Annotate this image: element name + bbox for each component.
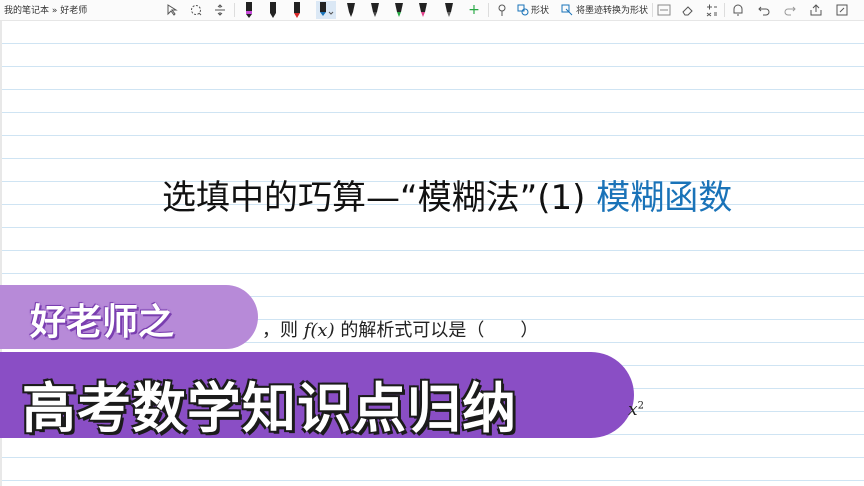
- question-suffix: 的解析式可以是（ ）: [340, 320, 539, 341]
- eraser-icon[interactable]: [680, 1, 696, 19]
- add-pen-icon[interactable]: +: [466, 1, 482, 19]
- toolbar: 我的笔记本 » 好老师 + 形状 将墨迹转换为形状: [0, 0, 864, 21]
- title-highlight: 模糊函数: [596, 178, 733, 218]
- pen-highlighter-black-icon[interactable]: [344, 1, 358, 19]
- ink-to-text-icon[interactable]: [656, 1, 672, 19]
- math-icon[interactable]: [704, 1, 720, 19]
- pen-selected-icon[interactable]: [316, 1, 336, 19]
- page-title: 选填中的巧算—“模糊法”(1) 模糊函数: [162, 170, 732, 219]
- ruler-touch-icon[interactable]: [494, 1, 510, 19]
- share-icon[interactable]: [808, 1, 824, 19]
- fragment-exponent: 2: [637, 400, 644, 412]
- pen-black-icon[interactable]: [266, 1, 280, 19]
- banner-small: 好老师之: [0, 285, 258, 349]
- breadcrumb-page[interactable]: 好老师: [60, 6, 87, 16]
- pen-pink-icon[interactable]: [416, 1, 430, 19]
- pen-gray-icon[interactable]: [442, 1, 456, 19]
- pen-purple-icon[interactable]: [242, 1, 256, 19]
- lasso-select-icon[interactable]: [188, 1, 204, 19]
- question-text: ，则 f(x) 的解析式可以是（ ）: [262, 316, 538, 342]
- title-main: 选填中的巧算—“模糊法”(1): [162, 178, 586, 218]
- breadcrumb: 我的笔记本 » 好老师: [4, 3, 87, 16]
- undo-icon[interactable]: [756, 1, 772, 19]
- banner-large: 高考数学知识点归纳: [0, 352, 634, 440]
- more-icon[interactable]: [834, 1, 850, 19]
- banner-large-text: 高考数学知识点归纳: [22, 377, 517, 440]
- breadcrumb-notebook[interactable]: 我的笔记本: [4, 6, 49, 16]
- bell-icon[interactable]: [730, 1, 746, 19]
- question-prefix: ，则: [262, 320, 298, 341]
- redo-icon[interactable]: [782, 1, 798, 19]
- banner-small-text: 好老师之: [30, 302, 175, 343]
- fragment-var: x: [628, 400, 638, 420]
- pen-green-icon[interactable]: [392, 1, 406, 19]
- ink-to-shape-label[interactable]: 将墨迹转换为形状: [576, 3, 648, 16]
- question-function: f(x): [303, 320, 335, 341]
- select-tool-icon[interactable]: [165, 1, 181, 19]
- formula-fragment: x2: [628, 400, 644, 420]
- insert-space-icon[interactable]: [212, 1, 228, 19]
- shape-label[interactable]: 形状: [531, 3, 549, 16]
- shape-icon[interactable]: [516, 1, 530, 19]
- ink-to-shape-icon[interactable]: [560, 1, 574, 19]
- pen-dark-icon[interactable]: [368, 1, 382, 19]
- pen-red-icon[interactable]: [290, 1, 304, 19]
- breadcrumb-separator: »: [51, 6, 58, 16]
